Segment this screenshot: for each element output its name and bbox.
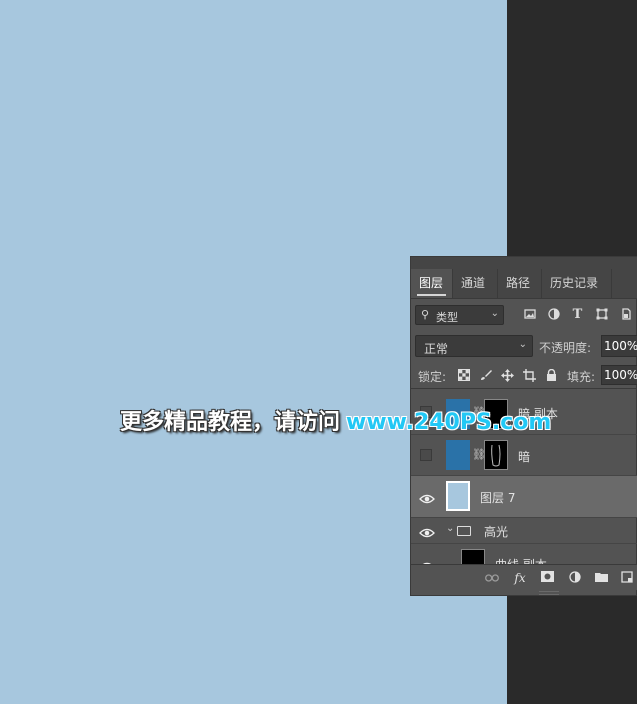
new-group-icon[interactable] [594,571,608,585]
active-tab-indicator [417,294,446,296]
watermark-url: www.240PS.com [346,410,552,435]
layer-name[interactable]: 暗 [518,448,530,465]
search-icon: ⚲ [421,308,430,321]
lock-pixels-brush-icon[interactable] [479,369,492,382]
tab-label: 图层 [419,276,444,290]
folder-icon [457,526,471,536]
layers-bottom-toolbar: fx [411,564,637,590]
lock-artboard-crop-icon[interactable] [523,369,536,382]
layer-thumbnail [446,481,470,511]
add-mask-icon[interactable] [540,571,554,585]
blend-mode-value: 正常 [424,342,449,356]
layer-row-dark[interactable]: ⛓ 暗 [411,435,637,476]
opacity-input[interactable]: 100% [601,335,637,357]
watermark-banner: 更多精品教程，请访问 www.240PS.com [120,404,551,436]
opacity-label: 不透明度: [539,341,592,355]
fill-label: 填充: [567,370,596,384]
filter-type-select[interactable]: ⚲ 类型 ⌄ [415,305,504,325]
layer-name[interactable]: 高光 [484,523,508,540]
lock-row: 锁定: 填充: 100% [411,363,637,389]
tab-history[interactable]: 历史记录 [542,269,612,298]
blend-mode-select[interactable]: 正常 ⌄ [415,335,533,357]
lock-position-move-icon[interactable] [501,369,514,382]
chevron-down-icon[interactable]: ⌄ [446,523,454,534]
tab-label: 历史记录 [550,276,599,290]
eye-icon[interactable] [419,490,435,504]
shape-filter-icon[interactable] [595,308,608,321]
layer-row-layer7[interactable]: 图层 7 [411,476,637,518]
chevron-down-icon: ⌄ [490,308,499,319]
layer-group-highlight[interactable]: ⌄ 高光 [411,518,637,544]
layer-name[interactable]: 曲线 副本 [495,556,547,564]
fx-icon[interactable]: fx [513,571,527,585]
link-layers-icon[interactable] [485,571,499,585]
blend-row: 正常 ⌄ 不透明度: 100% [411,333,637,359]
layer-thumbnail [446,440,470,470]
lock-all-icon[interactable] [545,368,558,382]
chevron-down-icon: ⌄ [518,339,527,350]
layer-mask-thumbnail [461,549,485,564]
watermark-text: 更多精品教程，请访问 [120,410,341,435]
visibility-toggle-off[interactable] [420,449,432,461]
image-filter-icon[interactable] [523,308,536,321]
panel-header-strip[interactable] [411,257,637,269]
tab-channels[interactable]: 通道 [453,269,498,298]
smart-object-filter-icon[interactable] [619,308,632,321]
tab-label: 路径 [506,276,531,290]
lock-transparency-icon[interactable] [457,369,470,382]
adjustment-layer-icon[interactable] [568,571,582,585]
panel-resize-grip[interactable] [539,591,559,595]
tab-label: 通道 [461,276,486,290]
eye-icon[interactable] [419,524,435,538]
new-layer-icon[interactable] [620,571,634,585]
tab-layers[interactable]: 图层 [411,269,453,298]
type-filter-icon[interactable]: T [571,308,584,321]
layer-mask-thumbnail [484,440,508,470]
adjustment-filter-icon[interactable] [547,308,560,321]
filter-type-value: 类型 [436,311,458,324]
layer-row-curves-copy[interactable]: 曲线 副本 [411,544,637,564]
panel-tabs: 图层 通道 路径 历史记录 [411,269,637,299]
tab-paths[interactable]: 路径 [498,269,542,298]
layer-name[interactable]: 图层 7 [480,489,515,506]
filter-row: ⚲ 类型 ⌄ T [411,301,637,329]
lock-label: 锁定: [418,370,447,384]
fill-input[interactable]: 100% [601,365,637,385]
